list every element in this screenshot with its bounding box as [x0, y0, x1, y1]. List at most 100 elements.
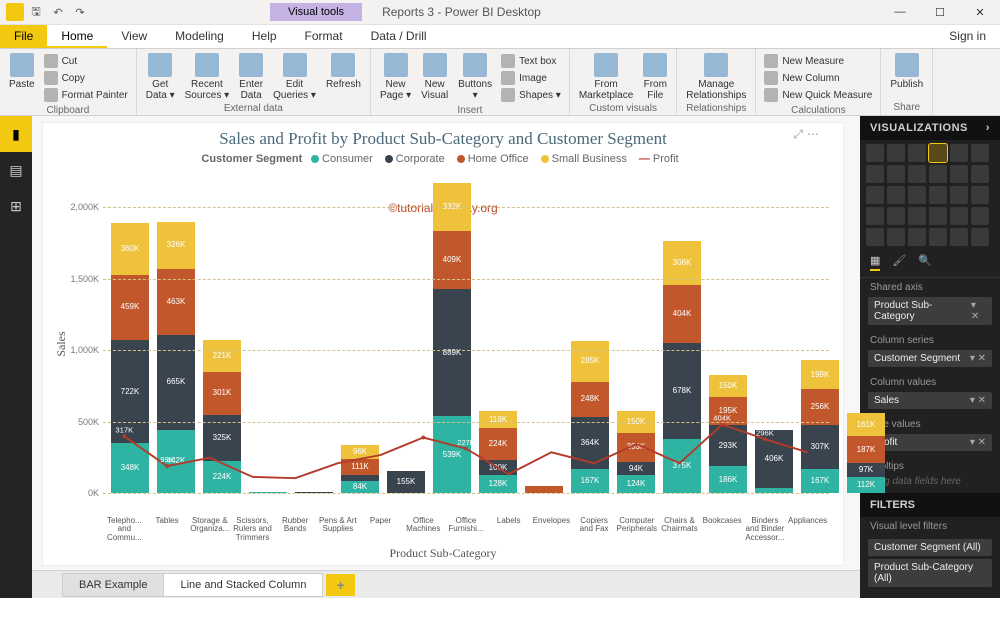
- bar-segment[interactable]: 301K: [203, 372, 241, 415]
- bar-segment[interactable]: 94K: [617, 462, 655, 475]
- bar-segment[interactable]: 155K: [387, 471, 425, 493]
- bar-segment[interactable]: 665K: [157, 335, 195, 430]
- tab-view[interactable]: View: [107, 25, 161, 48]
- manage-relationships-button[interactable]: Manage Relationships: [681, 51, 751, 103]
- remove-field-icon[interactable]: ▾ ✕: [970, 437, 986, 448]
- sign-in-link[interactable]: Sign in: [935, 25, 1000, 48]
- publish-button[interactable]: Publish: [885, 51, 928, 92]
- sheet-tab[interactable]: Line and Stacked Column: [163, 573, 323, 597]
- tab-home[interactable]: Home: [47, 25, 107, 48]
- viz-type-icon[interactable]: [887, 186, 905, 204]
- file-tab[interactable]: File: [0, 25, 47, 48]
- fields-tab-icon[interactable]: ▦: [870, 254, 880, 271]
- viz-type-icon[interactable]: [866, 228, 884, 246]
- close-button[interactable]: ✕: [960, 0, 1000, 25]
- bar-segment[interactable]: 195K: [709, 397, 747, 425]
- viz-type-icon[interactable]: [887, 165, 905, 183]
- bar-segment[interactable]: 722K: [111, 340, 149, 443]
- viz-type-icon[interactable]: [908, 186, 926, 204]
- viz-type-icon[interactable]: [929, 186, 947, 204]
- bar-segment[interactable]: 375K: [663, 439, 701, 493]
- bar-segment[interactable]: 442K: [157, 430, 195, 493]
- analytics-tab-icon[interactable]: 🔍: [918, 254, 932, 271]
- line-values-field[interactable]: Profit▾ ✕: [868, 434, 992, 451]
- remove-field-icon[interactable]: ▾ ✕: [971, 300, 986, 322]
- from-file-button[interactable]: From File: [638, 51, 672, 103]
- new-quick-measure-button[interactable]: New Quick Measure: [764, 87, 872, 103]
- image-button[interactable]: Image: [501, 70, 561, 86]
- shapes-button[interactable]: Shapes ▾: [501, 87, 561, 103]
- filter-pill[interactable]: Product Sub-Category (All): [868, 559, 992, 587]
- bar-segment[interactable]: 224K: [479, 428, 517, 460]
- bar-segment[interactable]: 409K: [433, 231, 471, 289]
- new-visual-button[interactable]: New Visual: [416, 51, 453, 103]
- model-view-icon[interactable]: ⊞: [0, 188, 32, 224]
- remove-field-icon[interactable]: ▾ ✕: [970, 395, 986, 406]
- bar-segment[interactable]: 364K: [571, 417, 609, 469]
- bar-segment[interactable]: 167K: [801, 469, 839, 493]
- more-options-icon[interactable]: ⋯: [807, 127, 819, 142]
- bar-segment[interactable]: 459K: [111, 275, 149, 341]
- bar-segment[interactable]: 187K: [847, 436, 885, 463]
- tab-modeling[interactable]: Modeling: [161, 25, 238, 48]
- enter-data-button[interactable]: Enter Data: [234, 51, 268, 103]
- viz-panel-header[interactable]: VISUALIZATIONS›: [860, 116, 1000, 140]
- recent-sources-button[interactable]: Recent Sources ▾: [180, 51, 234, 103]
- column-values-field[interactable]: Sales▾ ✕: [868, 392, 992, 409]
- bar-segment[interactable]: 285K: [571, 341, 609, 382]
- viz-type-icon[interactable]: [866, 165, 884, 183]
- viz-type-icon[interactable]: [971, 228, 989, 246]
- bar-segment[interactable]: 150K: [709, 375, 747, 396]
- bar-segment[interactable]: 96K: [341, 445, 379, 459]
- bar-segment[interactable]: 539K: [433, 416, 471, 493]
- viz-type-icon[interactable]: [908, 207, 926, 225]
- tab-data-drill[interactable]: Data / Drill: [357, 25, 441, 48]
- bar-segment[interactable]: 119K: [479, 411, 517, 428]
- focus-mode-icon[interactable]: ⤢: [793, 127, 803, 142]
- get-data-button[interactable]: Get Data ▾: [141, 51, 180, 103]
- bar-segment[interactable]: 678K: [663, 343, 701, 440]
- bar-segment[interactable]: 124K: [617, 475, 655, 493]
- column-series-field[interactable]: Customer Segment▾ ✕: [868, 350, 992, 367]
- from-marketplace-button[interactable]: From Marketplace: [574, 51, 638, 103]
- bar-segment[interactable]: 224K: [203, 461, 241, 493]
- minimize-button[interactable]: —: [880, 0, 920, 25]
- bar-segment[interactable]: 84K: [341, 481, 379, 493]
- viz-type-icon[interactable]: [971, 207, 989, 225]
- tooltips-dropzone[interactable]: Drag data fields here: [868, 476, 992, 487]
- viz-type-icon[interactable]: [887, 144, 905, 162]
- viz-type-icon[interactable]: [971, 144, 989, 162]
- tab-help[interactable]: Help: [238, 25, 291, 48]
- cut-button[interactable]: Cut: [44, 53, 128, 69]
- report-view-icon[interactable]: ▮: [0, 116, 32, 152]
- viz-type-icon[interactable]: [929, 207, 947, 225]
- bar-segment[interactable]: 100K: [479, 460, 517, 474]
- bar-segment[interactable]: 404K: [663, 285, 701, 343]
- bar-segment[interactable]: 348K: [111, 443, 149, 493]
- new-page-button[interactable]: New Page ▾: [375, 51, 416, 103]
- viz-type-icon[interactable]: [887, 228, 905, 246]
- copy-button[interactable]: Copy: [44, 70, 128, 86]
- viz-type-icon[interactable]: [950, 165, 968, 183]
- remove-field-icon[interactable]: ▾ ✕: [970, 353, 986, 364]
- new-measure-button[interactable]: New Measure: [764, 53, 872, 69]
- bar-segment[interactable]: 326K: [157, 222, 195, 269]
- tab-format[interactable]: Format: [291, 25, 357, 48]
- bar-segment[interactable]: 889K: [433, 289, 471, 416]
- bar-segment[interactable]: 161K: [847, 413, 885, 436]
- bar-segment[interactable]: 97K: [847, 463, 885, 477]
- viz-type-icon[interactable]: [866, 186, 884, 204]
- save-icon[interactable]: 🖫: [26, 2, 46, 22]
- viz-type-icon[interactable]: [908, 165, 926, 183]
- new-column-button[interactable]: New Column: [764, 70, 872, 86]
- format-painter-button[interactable]: Format Painter: [44, 87, 128, 103]
- viz-type-icon[interactable]: [929, 144, 947, 162]
- viz-type-icon[interactable]: [971, 186, 989, 204]
- bar-segment[interactable]: 112K: [847, 477, 885, 493]
- viz-type-icon[interactable]: [929, 165, 947, 183]
- undo-icon[interactable]: ↶: [48, 2, 68, 22]
- format-tab-icon[interactable]: 🖌: [892, 254, 906, 271]
- bar-segment[interactable]: 167K: [571, 469, 609, 493]
- buttons-button[interactable]: Buttons ▾: [453, 51, 497, 103]
- shared-axis-field[interactable]: Product Sub-Category▾ ✕: [868, 297, 992, 325]
